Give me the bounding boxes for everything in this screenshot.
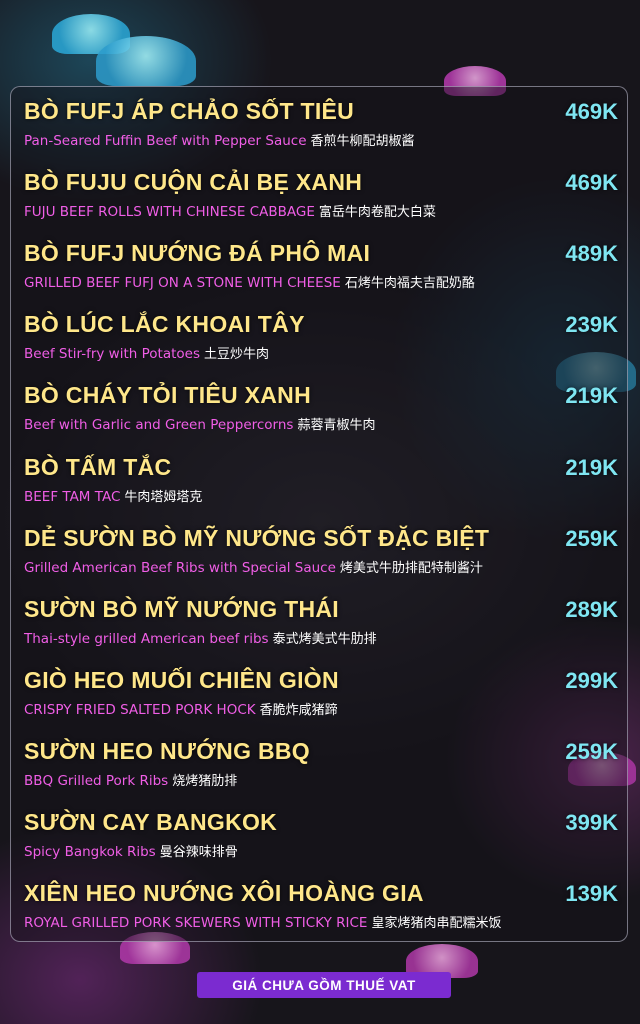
dish-name: DẺ SƯỜN BÒ MỸ NƯỚNG SỐT ĐẶC BIỆT — [24, 524, 490, 551]
dish-name: BÒ TẤM TẮC — [24, 453, 172, 480]
dish-description-zh: 香脆炸咸猪蹄 — [259, 702, 338, 718]
menu-item: BÒ TẤM TẮC 219K BEEF TAM TAC 牛肉塔姆塔克 — [24, 454, 618, 505]
dish-price: 219K — [565, 383, 618, 409]
dish-description-zh: 土豆炒牛肉 — [203, 347, 269, 363]
dish-name: XIÊN HEO NƯỚNG XÔI HOÀNG GIA — [24, 880, 424, 907]
dish-price: 259K — [565, 738, 618, 764]
dish-description-zh: 石烤牛肉福夫吉配奶酪 — [344, 276, 475, 292]
dish-description-en: Beef Stir-fry with Potatoes — [24, 346, 200, 363]
dish-description-zh: 牛肉塔姆塔克 — [124, 489, 203, 505]
dish-description: BEEF TAM TAC 牛肉塔姆塔克 — [24, 486, 618, 505]
dish-description-en: Beef with Garlic and Green Peppercorns — [24, 417, 294, 434]
dish-description: GRILLED BEEF FUFJ ON A STONE WITH CHEESE… — [24, 272, 618, 291]
menu-item-header: SƯỜN BÒ MỸ NƯỚNG THÁI 289K — [24, 596, 618, 623]
menu-item-header: DẺ SƯỜN BÒ MỸ NƯỚNG SỐT ĐẶC BIỆT 259K — [24, 525, 618, 552]
dish-price: 139K — [565, 881, 618, 907]
menu-item: SƯỜN CAY BANGKOK 399K Spicy Bangkok Ribs 曼谷… — [24, 809, 618, 860]
dish-description-en: ROYAL GRILLED PORK SKEWERS WITH STICKY R… — [24, 915, 368, 932]
menu-item: BÒ CHÁY TỎI TIÊU XANH 219K Beef with Garli… — [24, 382, 618, 433]
dish-description-zh: 曼谷辣味排骨 — [159, 845, 238, 860]
dish-price: 469K — [565, 170, 618, 196]
dish-description-zh: 香煎牛柳配胡椒酱 — [310, 134, 415, 149]
dish-price: 259K — [565, 525, 618, 551]
dish-description: Beef with Garlic and Green Peppercorns 蒜蓉… — [24, 414, 618, 433]
dish-description: Pan-Seared Fuffin Beef with Pepper Sauce… — [24, 130, 618, 149]
dish-price: 289K — [565, 596, 618, 622]
dish-description-en: BEEF TAM TAC — [24, 488, 121, 505]
dish-description: Spicy Bangkok Ribs 曼谷辣味排骨 — [24, 841, 618, 860]
menu-item-header: BÒ FUJU CUỘN CẢI BẸ XANH 469K — [24, 169, 618, 196]
dish-price: 399K — [565, 810, 618, 835]
menu-item-header: XIÊN HEO NƯỚNG XÔI HOÀNG GIA 139K — [24, 880, 618, 907]
menu-item-header: BÒ LÚC LẮC KHOAI TÂY 239K — [24, 311, 618, 338]
dish-description-en: Grilled American Beef Ribs with Special … — [24, 559, 336, 576]
dish-description-zh: 蒜蓉青椒牛肉 — [297, 418, 376, 434]
dish-name: SƯỜN CAY BANGKOK — [24, 809, 278, 835]
dish-price: 469K — [565, 99, 618, 124]
menu-item-header: GIÒ HEO MUỐI CHIÊN GIÒN 299K — [24, 667, 618, 694]
menu-item-header: SƯỜN CAY BANGKOK 399K — [24, 809, 618, 836]
dish-name: SƯỜN BÒ MỸ NƯỚNG THÁI — [24, 595, 339, 622]
dish-description: Thai-style grilled American beef ribs 泰式烤… — [24, 628, 618, 647]
dish-description-en: Pan-Seared Fuffin Beef with Pepper Sauce — [24, 133, 307, 149]
dish-description-en: FUJU BEEF ROLLS WITH CHINESE CABBAGE — [24, 204, 315, 221]
dish-name: BÒ FUFJ NƯỚNG ĐÁ PHÔ MAI — [24, 240, 371, 267]
menu-item-header: BÒ FUFJ ÁP CHẢO SỐT TIÊU 469K — [24, 98, 618, 125]
dish-price: 489K — [565, 241, 618, 267]
menu-item: XIÊN HEO NƯỚNG XÔI HOÀNG GIA 139K ROYAL GR… — [24, 880, 618, 931]
menu-item: SƯỜN BÒ MỸ NƯỚNG THÁI 289K Thai-style gril… — [24, 596, 618, 647]
menu-item: BÒ FUJU CUỘN CẢI BẸ XANH 469K FUJU BEEF RO… — [24, 169, 618, 220]
dish-name: BÒ FUFJ ÁP CHẢO SỐT TIÊU — [24, 98, 355, 124]
dish-description-en: CRISPY FRIED SALTED PORK HOCK — [24, 701, 256, 718]
dish-name: BÒ CHÁY TỎI TIÊU XANH — [24, 382, 312, 409]
dish-price: 239K — [565, 312, 618, 338]
dish-description: CRISPY FRIED SALTED PORK HOCK 香脆炸咸猪蹄 — [24, 699, 618, 718]
menu-item: BÒ LÚC LẮC KHOAI TÂY 239K Beef Stir-fry wi… — [24, 311, 618, 362]
menu-item: DẺ SƯỜN BÒ MỸ NƯỚNG SỐT ĐẶC BIỆT 259K Gril… — [24, 525, 618, 576]
dish-description: ROYAL GRILLED PORK SKEWERS WITH STICKY R… — [24, 912, 618, 931]
menu-item: SƯỜN HEO NƯỚNG BBQ 259K BBQ Grilled Pork R… — [24, 738, 618, 789]
dish-description-en: BBQ Grilled Pork Ribs — [24, 772, 169, 789]
menu-item-header: BÒ FUFJ NƯỚNG ĐÁ PHÔ MAI 489K — [24, 240, 618, 267]
dish-description: Grilled American Beef Ribs with Special … — [24, 557, 618, 576]
menu-item-header: SƯỜN HEO NƯỚNG BBQ 259K — [24, 738, 618, 765]
dish-description-zh: 烧烤猪肋排 — [172, 773, 238, 789]
dish-description-zh: 富岳牛肉卷配大白菜 — [318, 205, 436, 221]
dish-description-zh: 烤美式牛肋排配特制酱汁 — [339, 560, 483, 576]
menu-item-header: BÒ CHÁY TỎI TIÊU XANH 219K — [24, 382, 618, 409]
dish-description: FUJU BEEF ROLLS WITH CHINESE CABBAGE 富岳牛肉… — [24, 201, 618, 220]
dish-price: 219K — [565, 454, 618, 480]
dish-price: 299K — [565, 667, 618, 693]
dish-description-zh: 泰式烤美式牛肋排 — [272, 631, 377, 647]
menu-item: BÒ FUFJ NƯỚNG ĐÁ PHÔ MAI 489K GRILLED BEEF… — [24, 240, 618, 291]
dish-description-en: Spicy Bangkok Ribs — [24, 844, 156, 860]
vat-note-badge: GIÁ CHƯA GỒM THUẾ VAT — [197, 972, 451, 998]
menu-item: GIÒ HEO MUỐI CHIÊN GIÒN 299K CRISPY FRIED … — [24, 667, 618, 718]
dish-description-en: GRILLED BEEF FUFJ ON A STONE WITH CHEESE — [24, 275, 341, 292]
dish-name: GIÒ HEO MUỐI CHIÊN GIÒN — [24, 666, 339, 693]
dish-description-en: Thai-style grilled American beef ribs — [24, 630, 269, 647]
menu-item-header: BÒ TẤM TẮC 219K — [24, 454, 618, 481]
dish-description-zh: 皇家烤猪肉串配糯米饭 — [371, 916, 502, 932]
dish-name: SƯỜN HEO NƯỚNG BBQ — [24, 737, 310, 764]
dish-name: BÒ LÚC LẮC KHOAI TÂY — [24, 311, 305, 338]
dish-description: Beef Stir-fry with Potatoes 土豆炒牛肉 — [24, 343, 618, 362]
dish-description: BBQ Grilled Pork Ribs 烧烤猪肋排 — [24, 770, 618, 789]
menu-item: BÒ FUFJ ÁP CHẢO SỐT TIÊU 469K Pan-Seared F… — [24, 98, 618, 149]
vat-note-text: GIÁ CHƯA GỒM THUẾ VAT — [232, 977, 416, 993]
mushroom-decoration — [96, 36, 196, 86]
dish-name: BÒ FUJU CUỘN CẢI BẸ XANH — [24, 169, 363, 196]
